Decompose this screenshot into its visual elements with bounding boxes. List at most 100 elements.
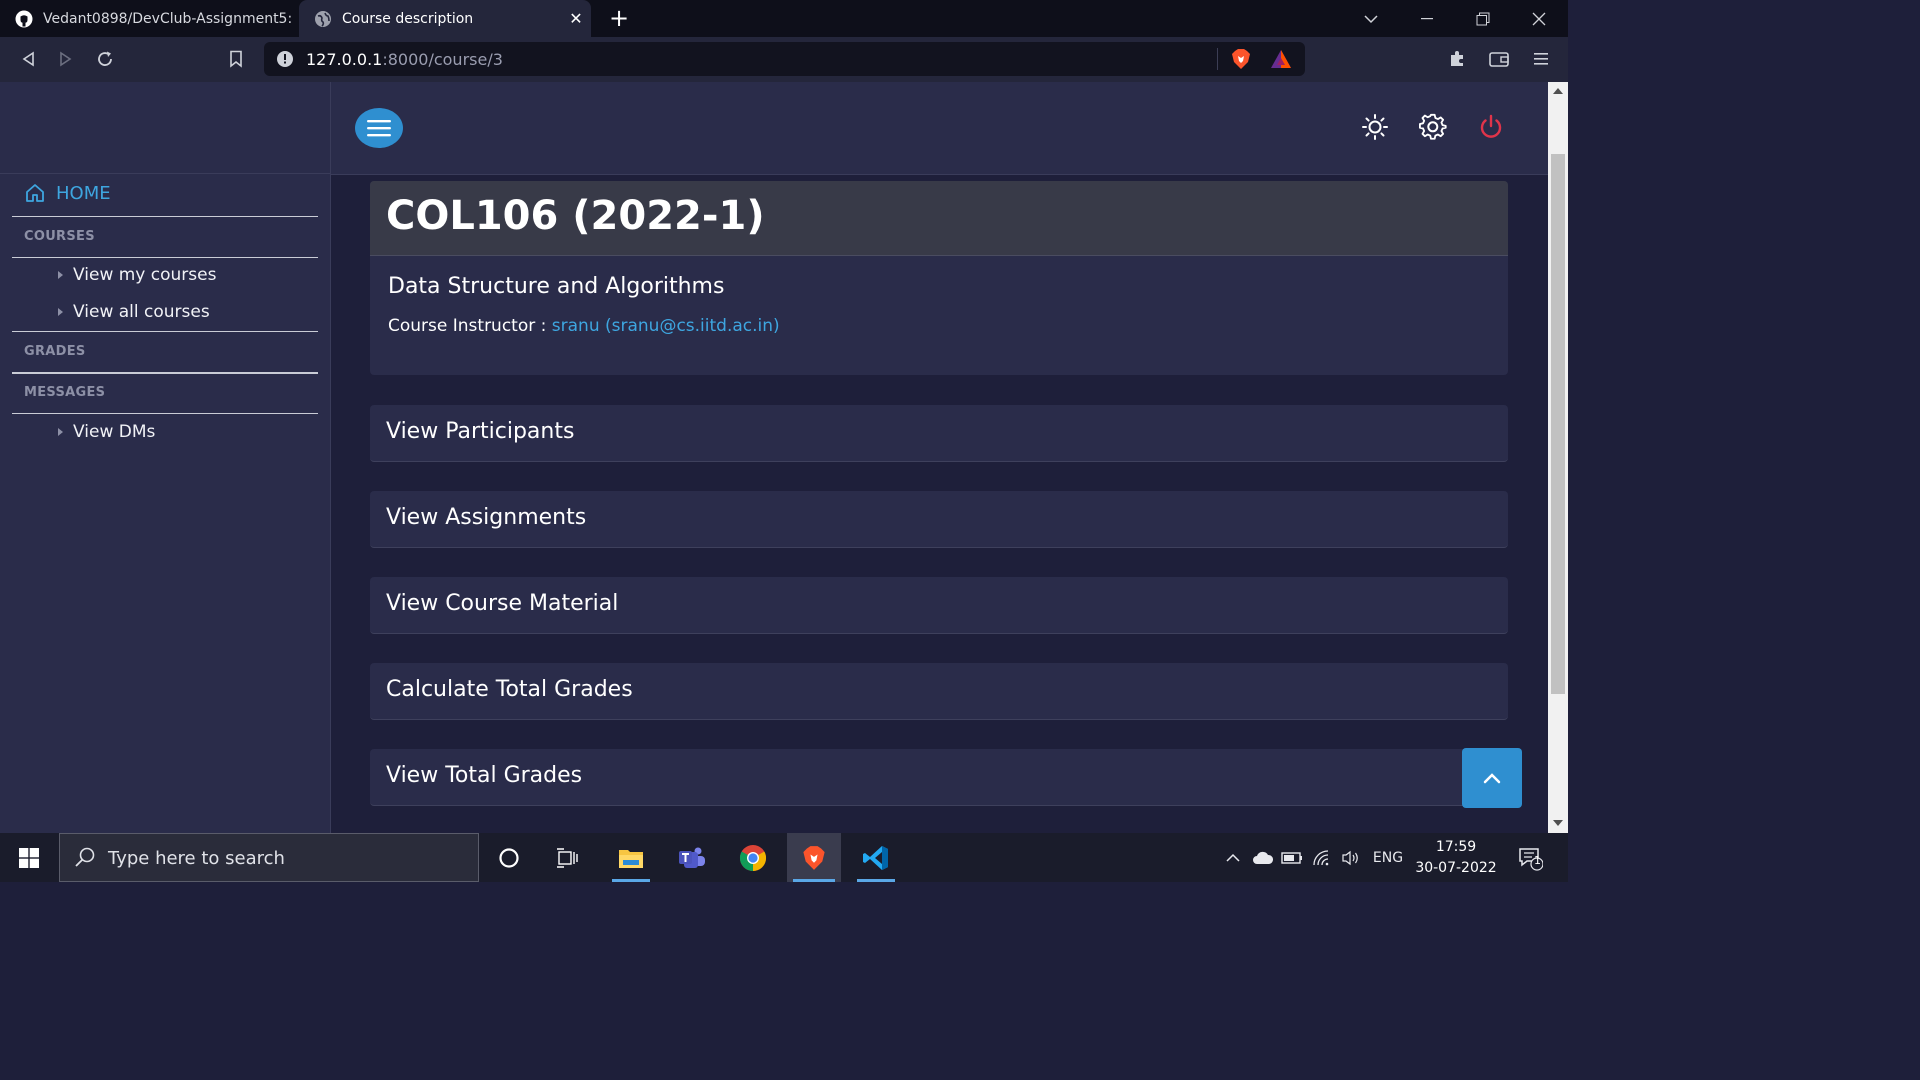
windows-logo-icon <box>19 847 39 868</box>
url-path: :8000/course/3 <box>382 50 503 69</box>
view-course-material-card[interactable]: View Course Material <box>370 577 1508 634</box>
sidebar-section-messages: MESSAGES <box>24 385 106 400</box>
search-icon <box>74 846 96 872</box>
brave-rewards-icon[interactable] <box>1270 48 1292 74</box>
task-view-icon[interactable] <box>543 833 593 882</box>
cortana-icon[interactable] <box>484 833 534 882</box>
gear-icon[interactable] <box>1418 112 1448 142</box>
sidebar-section-courses: COURSES <box>24 229 95 244</box>
vscode-icon[interactable] <box>851 833 901 882</box>
search-placeholder: Type here to search <box>108 848 285 869</box>
browser-tab-github[interactable]: Vedant0898/DevClub-Assignment5: Ba <box>0 0 298 37</box>
divider <box>12 216 318 217</box>
minimize-window-icon[interactable] <box>1399 0 1455 37</box>
divider <box>12 331 318 332</box>
scroll-to-top-button[interactable] <box>1462 748 1522 808</box>
home-icon <box>26 184 44 202</box>
sun-icon[interactable] <box>1360 112 1390 142</box>
taskbar-search-box[interactable]: Type here to search <box>59 833 479 882</box>
sidebar-section-grades[interactable]: GRADES <box>24 344 86 359</box>
browser-tab-course-description[interactable]: Course description ✕ <box>299 0 591 37</box>
course-code-title: COL106 (2022-1) <box>386 193 765 239</box>
caret-right-icon <box>58 308 63 316</box>
brave-browser-taskbar-icon[interactable] <box>787 833 841 882</box>
action-label: View Total Grades <box>386 763 583 788</box>
sidebar-item-label: View DMs <box>73 422 156 442</box>
action-center-button[interactable]: 1 <box>1510 833 1550 882</box>
browser-tab-bar: Vedant0898/DevClub-Assignment5: Ba Cours… <box>0 0 1568 37</box>
address-bar-divider <box>1217 48 1218 70</box>
back-icon[interactable] <box>14 45 42 73</box>
sidebar-item-view-my-courses[interactable]: View my courses <box>58 265 216 285</box>
sidebar-item-view-all-courses[interactable]: View all courses <box>58 302 210 322</box>
wifi-icon[interactable] <box>1310 833 1334 882</box>
windows-start-button[interactable] <box>0 833 58 882</box>
restore-window-icon[interactable] <box>1455 0 1511 37</box>
url-host: 127.0.0.1 <box>306 50 383 69</box>
power-icon[interactable] <box>1476 112 1506 142</box>
divider <box>12 372 318 374</box>
reload-icon[interactable] <box>91 45 119 73</box>
google-chrome-icon[interactable] <box>728 833 778 882</box>
clock-time: 17:59 <box>1435 839 1477 855</box>
tab-title: Course description <box>342 10 474 27</box>
close-tab-icon[interactable]: ✕ <box>561 9 591 28</box>
sidebar-logo-area <box>0 82 330 174</box>
caret-right-icon <box>58 271 63 279</box>
notification-count-badge: 1 <box>1534 854 1541 867</box>
extensions-puzzle-icon[interactable] <box>1443 45 1471 73</box>
action-label: View Participants <box>386 419 575 444</box>
site-info-icon[interactable] <box>276 50 294 68</box>
brave-shields-icon[interactable] <box>1230 48 1252 74</box>
action-label: Calculate Total Grades <box>386 677 633 702</box>
microsoft-teams-icon[interactable] <box>667 833 717 882</box>
forward-icon[interactable] <box>52 45 80 73</box>
file-explorer-icon[interactable] <box>606 833 656 882</box>
show-hidden-icons-chevron-icon[interactable] <box>1220 833 1246 882</box>
divider <box>12 413 318 414</box>
instructor-link[interactable]: sranu (sranu@cs.iitd.ac.in) <box>552 316 780 336</box>
windows-taskbar: Type here to search ENG 17:59 30-07-2022 <box>0 833 1568 882</box>
new-tab-button[interactable]: + <box>606 4 632 32</box>
hamburger-menu-icon[interactable] <box>1527 45 1555 73</box>
address-bar[interactable]: 127.0.0.1:8000/course/3 <box>264 42 1305 76</box>
input-language-indicator[interactable]: ENG <box>1368 833 1408 882</box>
volume-icon[interactable] <box>1338 833 1364 882</box>
hamburger-icon <box>367 120 391 137</box>
main-content: COL106 (2022-1) Data Structure and Algor… <box>331 82 1548 833</box>
clock-date: 30-07-2022 <box>1415 860 1497 876</box>
github-icon <box>15 10 33 28</box>
sidebar: HOME COURSES View my courses View all co… <box>0 82 331 833</box>
instructor-label: Course Instructor : <box>388 316 547 336</box>
sidebar-item-view-dms[interactable]: View DMs <box>58 422 155 442</box>
view-participants-card[interactable]: View Participants <box>370 405 1508 462</box>
view-total-grades-card[interactable]: View Total Grades <box>370 749 1508 806</box>
chevron-up-icon <box>1483 773 1501 784</box>
taskbar-clock[interactable]: 17:59 30-07-2022 <box>1412 837 1500 879</box>
sidebar-item-label: View my courses <box>73 265 217 285</box>
course-name: Data Structure and Algorithms <box>388 274 725 299</box>
scrollbar-thumb[interactable] <box>1551 154 1565 694</box>
bookmark-icon[interactable] <box>222 45 250 73</box>
sidebar-item-home[interactable]: HOME <box>24 182 111 204</box>
view-assignments-card[interactable]: View Assignments <box>370 491 1508 548</box>
menu-toggle-button[interactable] <box>355 108 403 148</box>
calculate-total-grades-card[interactable]: Calculate Total Grades <box>370 663 1508 720</box>
sidebar-item-label: HOME <box>56 182 111 204</box>
course-instructor: Course Instructor : sranu (sranu@cs.iitd… <box>388 316 780 336</box>
scroll-up-arrow-icon[interactable] <box>1553 88 1563 94</box>
url-text[interactable]: 127.0.0.1:8000/course/3 <box>306 50 503 69</box>
top-navbar <box>331 82 1548 175</box>
tab-search-chevron-icon[interactable] <box>1343 0 1399 37</box>
close-window-icon[interactable] <box>1511 0 1567 37</box>
caret-right-icon <box>58 428 63 436</box>
divider <box>12 257 318 258</box>
action-label: View Assignments <box>386 505 587 530</box>
action-label: View Course Material <box>386 591 619 616</box>
globe-icon <box>314 10 332 28</box>
wallet-icon[interactable] <box>1485 45 1513 73</box>
battery-icon[interactable] <box>1280 833 1304 882</box>
onedrive-cloud-icon[interactable] <box>1250 833 1276 882</box>
page-scrollbar[interactable] <box>1548 82 1568 833</box>
scroll-down-arrow-icon[interactable] <box>1553 820 1563 826</box>
